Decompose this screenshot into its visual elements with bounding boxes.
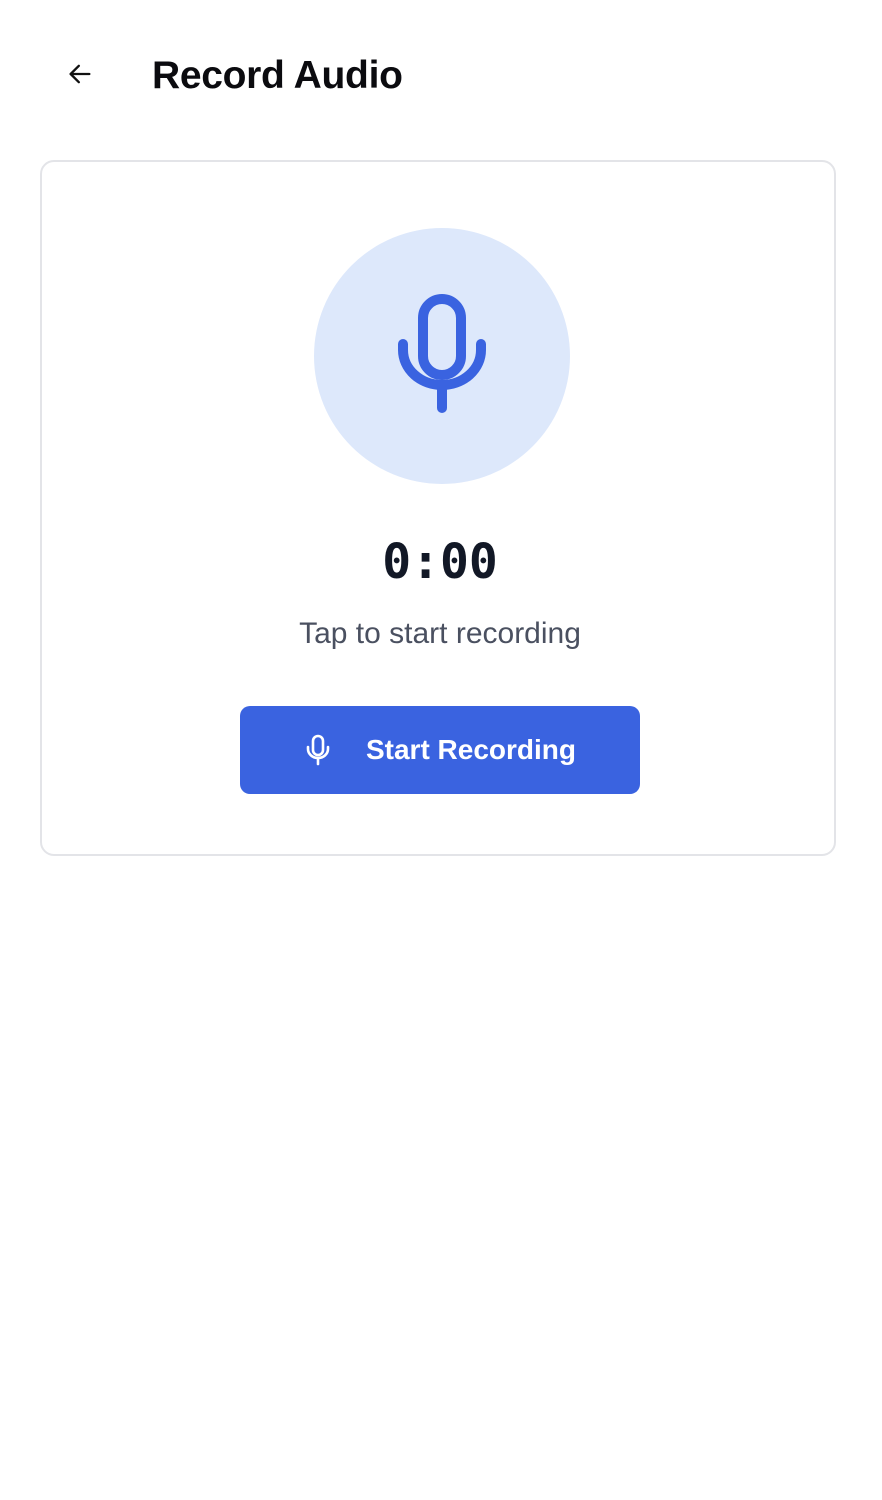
microphone-icon [396,293,488,419]
mic-indicator [314,228,570,484]
page-title: Record Audio [152,54,403,97]
app-header: Record Audio [0,0,882,152]
recording-hint: Tap to start recording [299,617,581,650]
microphone-icon [304,733,332,767]
recording-timer: 0:00 [382,534,498,590]
start-recording-label: Start Recording [365,734,577,765]
back-button[interactable] [56,52,104,100]
arrow-left-icon [66,60,94,93]
start-recording-button[interactable]: Start Recording [240,706,640,794]
recorder-card: 0:00 Tap to start recording Start Record… [40,160,836,856]
